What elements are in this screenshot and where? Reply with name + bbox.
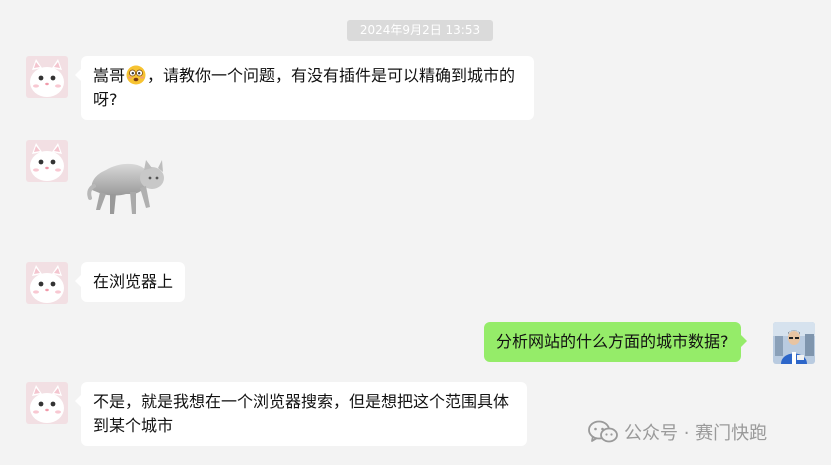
- message-text: 分析网站的什么方面的城市数据?: [496, 332, 729, 351]
- incoming-message[interactable]: 不是，就是我想在一个浏览器搜索，但是想把这个范围具体到某个城市: [75, 382, 527, 446]
- incoming-message[interactable]: 在浏览器上: [74, 262, 186, 302]
- watermark-text: 公众号 · 赛门快跑: [624, 423, 768, 444]
- walking-cat-sticker-icon[interactable]: [86, 152, 166, 220]
- contact-avatar[interactable]: [26, 56, 68, 98]
- message-text: 在浏览器上: [93, 272, 174, 291]
- contact-avatar[interactable]: [26, 140, 68, 182]
- contact-avatar[interactable]: [26, 382, 68, 424]
- self-avatar[interactable]: [773, 322, 815, 364]
- message-text: 嵩哥: [93, 66, 126, 85]
- official-account-watermark: 公众号 · 赛门快跑: [588, 420, 767, 444]
- wechat-icon: [588, 420, 618, 443]
- incoming-message[interactable]: 嵩哥 ，请教你一个问题，有没有插件是可以精确到城市的呀?: [75, 56, 534, 120]
- outgoing-message[interactable]: 分析网站的什么方面的城市数据?: [484, 322, 746, 362]
- message-text: ，请教你一个问题，有没有插件是可以精确到城市的呀?: [93, 66, 516, 109]
- chat-timestamp: 2024年9月2日 13:53: [347, 20, 493, 41]
- contact-avatar[interactable]: [26, 262, 68, 304]
- message-text: 不是，就是我想在一个浏览器搜索，但是想把这个范围具体到某个城市: [93, 392, 510, 435]
- dizzy-face-emoji-icon: [126, 65, 146, 85]
